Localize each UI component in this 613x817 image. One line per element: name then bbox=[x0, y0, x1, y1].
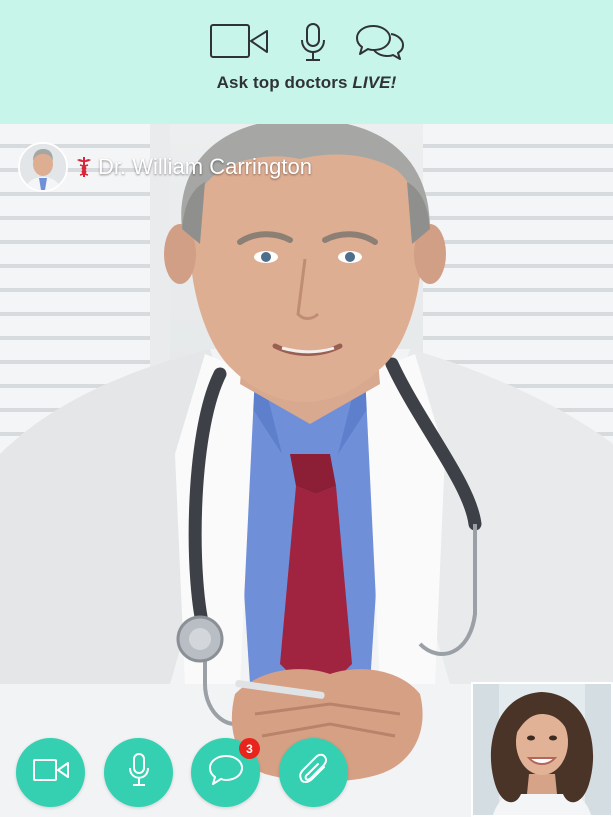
microphone-icon[interactable] bbox=[299, 22, 327, 62]
caduceus-icon bbox=[76, 156, 92, 178]
video-camera-icon[interactable] bbox=[209, 22, 269, 62]
video-camera-icon bbox=[32, 759, 69, 786]
tagline-text: Ask top doctors bbox=[216, 73, 353, 92]
doctor-name: Dr. William Carrington bbox=[98, 154, 312, 179]
open-chat-button[interactable]: 3 bbox=[191, 738, 260, 807]
unread-count-badge: 3 bbox=[239, 738, 260, 759]
self-video-image bbox=[473, 684, 611, 815]
call-controls: 3 bbox=[0, 738, 470, 808]
microphone-icon bbox=[128, 753, 150, 792]
header-icon-row bbox=[0, 22, 613, 62]
doctor-avatar[interactable] bbox=[18, 142, 68, 192]
toggle-mic-button[interactable] bbox=[104, 738, 173, 807]
chat-bubble-icon bbox=[208, 754, 244, 791]
toggle-video-button[interactable] bbox=[16, 738, 85, 807]
app-header: Ask top doctors LIVE! bbox=[0, 0, 613, 124]
chat-bubbles-icon[interactable] bbox=[355, 22, 405, 62]
paperclip-icon bbox=[298, 753, 330, 792]
caller-info: Dr. William Carrington bbox=[18, 142, 312, 192]
tagline: Ask top doctors LIVE! bbox=[0, 73, 613, 93]
attach-file-button[interactable] bbox=[279, 738, 348, 807]
tagline-emphasis: LIVE! bbox=[352, 73, 397, 92]
self-video-preview[interactable] bbox=[471, 682, 613, 817]
